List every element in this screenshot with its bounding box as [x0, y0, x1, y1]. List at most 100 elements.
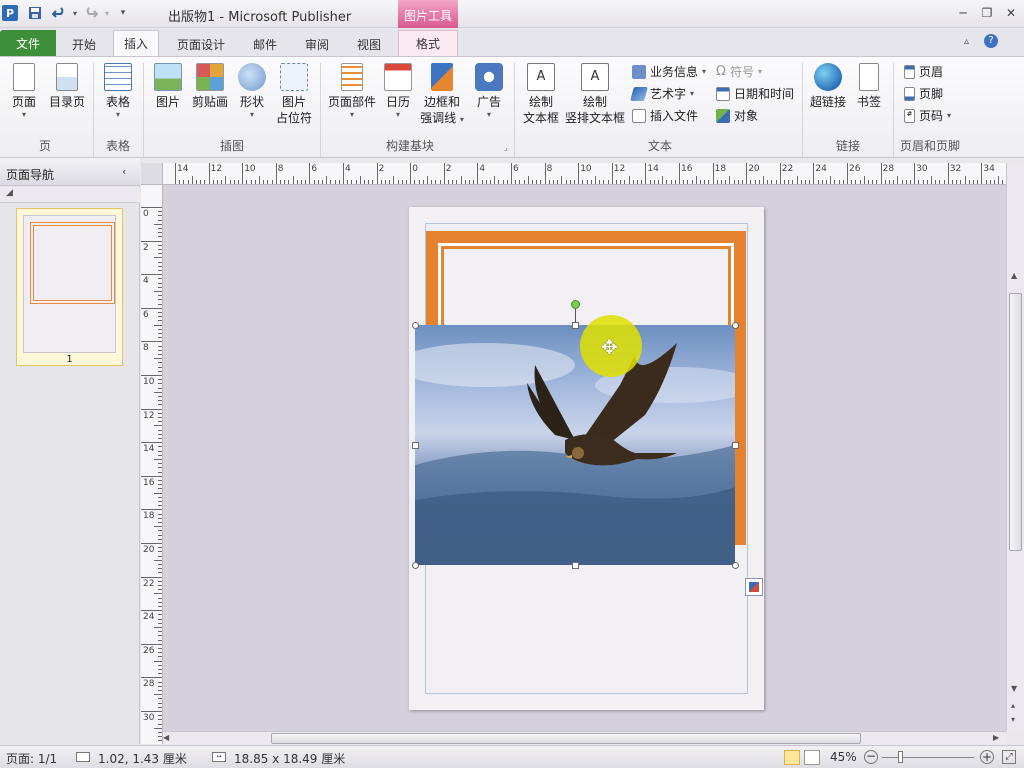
minimize-ribbon-icon[interactable]: ▵	[964, 36, 969, 47]
ruler-number: 0	[143, 209, 149, 219]
picture-placeholder-icon	[280, 63, 308, 91]
horizontal-scroll-thumb[interactable]	[271, 733, 861, 744]
tab-mailings[interactable]: 邮件	[243, 32, 287, 56]
ruler-tick	[158, 715, 162, 717]
tab-format[interactable]: 格式	[398, 30, 458, 57]
resize-handle-s[interactable]	[572, 562, 579, 569]
page-thumbnail[interactable]: 1	[16, 208, 123, 366]
tab-page-design[interactable]: 页面设计	[167, 32, 235, 56]
section-collapse-icon[interactable]: ◢	[6, 188, 13, 198]
ruler-tick	[158, 572, 162, 574]
vertical-textbox-icon: A	[581, 63, 609, 91]
horizontal-ruler[interactable]: 14 12 10 8 6 4 2 0 2 4 6 8 10 12 14 16 18 20 22 24 26 28 30 32 3…	[163, 163, 1006, 185]
ruler-tick	[443, 163, 445, 184]
zoom-in-icon[interactable]: +	[980, 750, 994, 764]
resize-handle-n[interactable]	[572, 322, 579, 329]
zoom-out-icon[interactable]: −	[864, 750, 878, 764]
page-number-button[interactable]: # 页码 ▾	[904, 107, 951, 124]
ruler-tick	[456, 180, 458, 184]
publication-workspace[interactable]: ✥	[163, 185, 1006, 731]
zoom-level[interactable]: 45%	[830, 750, 857, 764]
header-button[interactable]: 页眉	[904, 63, 943, 80]
date-time-button[interactable]: 日期和时间	[716, 85, 794, 102]
ruler-tick	[313, 180, 315, 184]
scroll-up-icon[interactable]: ▲	[1011, 271, 1017, 280]
chevron-down-icon: ▾	[486, 110, 491, 119]
single-page-view-icon[interactable]	[784, 750, 800, 765]
vertical-scroll-thumb[interactable]	[1009, 293, 1022, 551]
resize-handle-nw[interactable]	[412, 322, 419, 329]
ruler-tick	[141, 307, 162, 309]
page-indicator[interactable]: 页面: 1/1	[6, 750, 57, 767]
two-page-view-icon[interactable]	[804, 750, 820, 765]
next-page-icon[interactable]: ▾	[1011, 715, 1015, 724]
tab-view[interactable]: 视图	[347, 32, 391, 56]
page-parts-button[interactable]: 页面部件 ▾	[326, 63, 378, 120]
tab-review[interactable]: 审阅	[295, 32, 339, 56]
ruler-tick	[158, 564, 162, 565]
object-button[interactable]: 对象	[716, 107, 758, 124]
object-size: 18.85 x 18.49 厘米	[234, 752, 346, 766]
vertical-ruler[interactable]: 0 2 4 6 8 10 12 14 16 18 20 22 24 26 28 30	[141, 185, 163, 744]
resize-handle-sw[interactable]	[412, 562, 419, 569]
ruler-tick	[330, 180, 332, 184]
page-section-header[interactable]: ◢	[0, 187, 140, 203]
eagle-picture[interactable]	[415, 325, 735, 565]
wordart-button[interactable]: 艺术字 ▾	[630, 85, 694, 102]
vertical-scrollbar[interactable]: ▲ ▼ ▴ ▾	[1006, 163, 1024, 731]
zoom-slider-thumb[interactable]	[898, 751, 903, 763]
insert-file-button[interactable]: 插入文件	[632, 107, 698, 124]
tab-insert[interactable]: 插入	[113, 30, 160, 57]
hyperlink-button[interactable]: 超链接	[808, 63, 848, 110]
footer-button[interactable]: 页脚	[904, 85, 943, 102]
rotate-handle-icon[interactable]	[571, 300, 580, 309]
close-icon[interactable]: ✕	[1000, 4, 1022, 22]
ruler-tick	[141, 207, 162, 208]
ruler-tick	[158, 673, 162, 675]
scroll-left-icon[interactable]: ◀	[163, 733, 169, 742]
ruler-tick	[880, 163, 882, 184]
ruler-tick	[158, 295, 162, 297]
tab-home[interactable]: 开始	[62, 32, 106, 56]
draw-textbox-button[interactable]: A 绘制 文本框	[520, 63, 562, 126]
borders-accents-button[interactable]: 边框和 强调线 ▾	[418, 63, 466, 126]
help-icon[interactable]: ?	[984, 34, 998, 48]
dialog-launcher-icon[interactable]: ⌟	[504, 143, 508, 152]
borders-label-1: 边框和	[423, 95, 460, 109]
minimize-icon[interactable]: ─	[952, 4, 974, 22]
catalog-pages-button[interactable]: 目录页	[46, 63, 88, 110]
shapes-button[interactable]: 形状 ▾	[234, 63, 270, 120]
restore-icon[interactable]: ❐	[976, 4, 998, 22]
ruler-corner[interactable]	[141, 163, 163, 185]
previous-page-icon[interactable]: ▴	[1011, 701, 1015, 710]
publication-page[interactable]: ✥	[409, 207, 764, 710]
business-info-button[interactable]: 业务信息 ▾	[632, 63, 706, 80]
ruler-number: 8	[546, 164, 553, 174]
advertisements-button[interactable]: 广告 ▾	[470, 63, 508, 120]
paste-options-icon[interactable]	[745, 578, 763, 596]
fit-page-icon[interactable]: ⤢	[1002, 750, 1016, 764]
calendar-button[interactable]: 日历 ▾	[382, 63, 414, 120]
picture-button[interactable]: 图片	[150, 63, 186, 110]
resize-handle-e[interactable]	[732, 442, 739, 449]
clipart-button[interactable]: 剪贴画	[190, 63, 230, 110]
save-icon[interactable]	[26, 4, 44, 22]
tab-file[interactable]: 文件	[0, 30, 56, 56]
zoom-slider-track[interactable]	[882, 757, 974, 758]
horizontal-scrollbar[interactable]: ◀ ▶	[163, 731, 1006, 745]
bookmark-button[interactable]: 书签	[852, 63, 886, 110]
scroll-right-icon[interactable]: ▶	[993, 733, 999, 742]
customize-qat-icon[interactable]: ▾	[114, 4, 132, 22]
ruler-tick	[842, 180, 844, 184]
table-button[interactable]: 表格 ▾	[100, 63, 136, 120]
resize-handle-w[interactable]	[412, 442, 419, 449]
ruler-number: 0	[412, 164, 418, 174]
picture-placeholder-button[interactable]: 图片 占位符	[274, 63, 314, 126]
resize-handle-se[interactable]	[732, 562, 739, 569]
picture-button-label: 图片	[155, 95, 180, 109]
page-button[interactable]: 页面 ▾	[6, 63, 42, 120]
draw-vertical-textbox-button[interactable]: A 绘制 竖排文本框	[564, 63, 626, 126]
collapse-pane-icon[interactable]: ‹	[122, 165, 126, 178]
scroll-down-icon[interactable]: ▼	[1011, 684, 1017, 693]
resize-handle-ne[interactable]	[732, 322, 739, 329]
